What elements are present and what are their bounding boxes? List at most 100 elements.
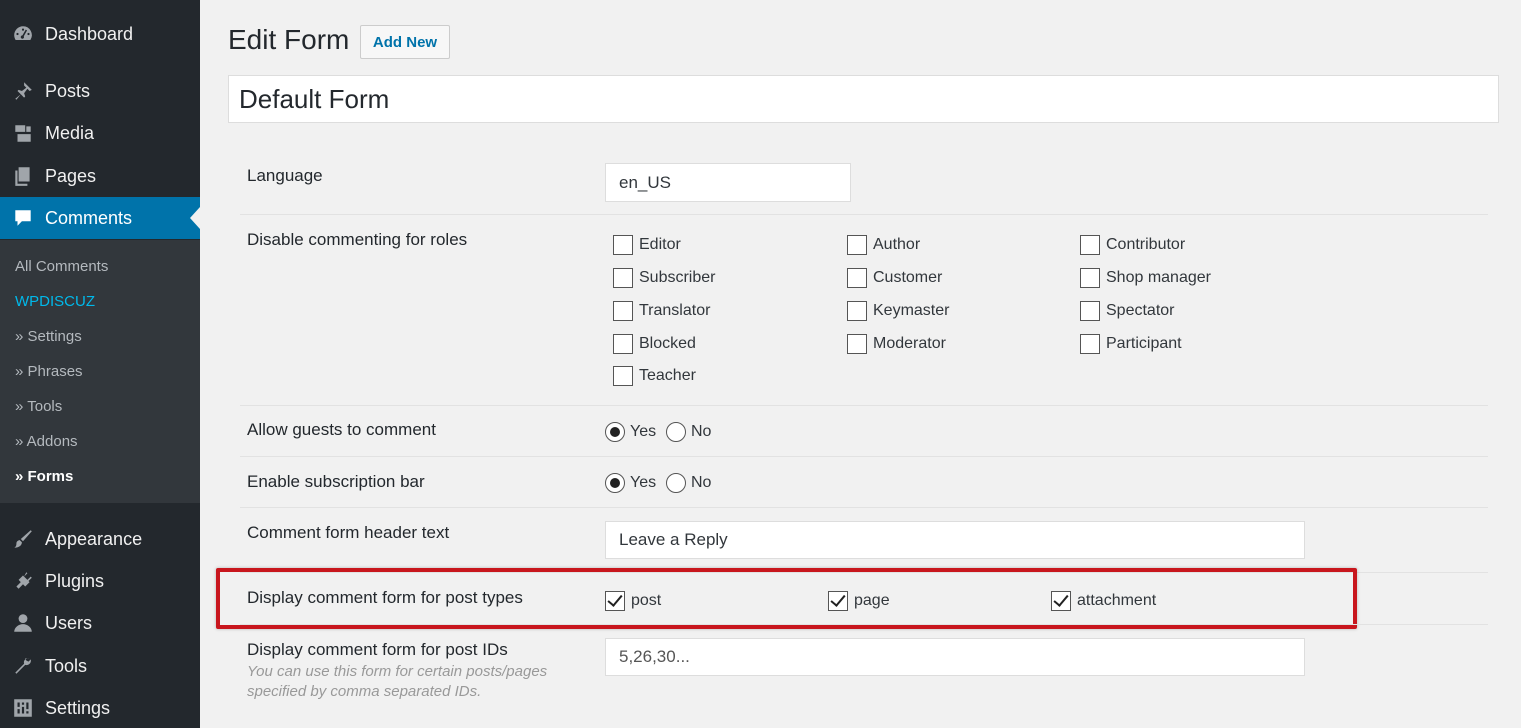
checkbox-label: Subscriber (639, 269, 716, 286)
header-text-input[interactable]: Leave a Reply (605, 521, 1305, 559)
menu-dashboard[interactable]: Dashboard (0, 13, 200, 55)
form-title-input[interactable]: Default Form (228, 75, 1499, 123)
allow-guests-yes-radio[interactable]: Yes (605, 422, 656, 442)
main-content: Edit Form Add New Default Form Language … (200, 0, 1521, 728)
language-input[interactable]: en_US (605, 163, 851, 202)
menu-appearance[interactable]: Appearance (0, 518, 200, 560)
subscription-no-radio[interactable]: No (666, 473, 711, 493)
menu-users[interactable]: Users (0, 602, 200, 644)
role-checkbox-spectator[interactable]: Spectator (1080, 301, 1174, 321)
disable-roles-label: Disable commenting for roles (247, 230, 468, 249)
menu-posts[interactable]: Posts (0, 70, 200, 112)
radio-button[interactable] (666, 422, 686, 442)
submenu-forms[interactable]: » Forms (15, 468, 73, 485)
plugin-icon (0, 570, 45, 592)
menu-media[interactable]: Media (0, 112, 200, 154)
allow-guests-label: Allow guests to comment (247, 420, 436, 439)
checkbox-label: Shop manager (1106, 269, 1211, 286)
divider (240, 405, 1488, 406)
menu-label: Posts (45, 80, 91, 101)
divider (240, 507, 1488, 508)
checkbox[interactable] (847, 334, 867, 354)
menu-label: Pages (45, 165, 97, 186)
checkbox-label: Participant (1106, 335, 1182, 352)
submenu-all-comments[interactable]: All Comments (15, 258, 108, 275)
checkbox[interactable] (847, 235, 867, 255)
allow-guests-no-radio[interactable]: No (666, 422, 711, 442)
dashboard-icon (0, 23, 45, 45)
radio-button[interactable] (666, 473, 686, 493)
checkbox-label: Spectator (1106, 302, 1175, 319)
radio-button[interactable] (605, 473, 625, 493)
radio-label: No (691, 423, 712, 440)
language-label: Language (247, 166, 323, 185)
radio-label: Yes (630, 423, 657, 440)
role-checkbox-editor[interactable]: Editor (613, 235, 681, 255)
brush-icon (0, 528, 45, 550)
radio-label: No (691, 474, 712, 491)
submenu-settings[interactable]: » Settings (15, 328, 82, 345)
menu-label: Dashboard (45, 23, 134, 44)
checkbox[interactable] (1080, 334, 1100, 354)
submenu-wpdiscuz[interactable]: WPDISCUZ (15, 293, 95, 310)
role-checkbox-subscriber[interactable]: Subscriber (613, 268, 715, 288)
checkbox[interactable] (613, 334, 633, 354)
menu-label: Tools (45, 655, 88, 676)
role-checkbox-contributor[interactable]: Contributor (1080, 235, 1185, 255)
add-new-button[interactable]: Add New (360, 25, 450, 59)
checkbox[interactable] (613, 268, 633, 288)
role-checkbox-moderator[interactable]: Moderator (847, 334, 946, 354)
checkbox[interactable] (1080, 301, 1100, 321)
role-checkbox-shop-manager[interactable]: Shop manager (1080, 268, 1211, 288)
menu-tools[interactable]: Tools (0, 645, 200, 687)
menu-plugins[interactable]: Plugins (0, 560, 200, 602)
post-ids-label: Display comment form for post IDs (247, 640, 508, 659)
checkbox[interactable] (847, 301, 867, 321)
checkbox[interactable] (847, 268, 867, 288)
settings-icon (0, 697, 45, 719)
checkbox[interactable] (1080, 235, 1100, 255)
checkbox-label: Keymaster (873, 302, 950, 319)
menu-pages[interactable]: Pages (0, 155, 200, 197)
checkbox[interactable] (613, 366, 633, 386)
subscription-yes-radio[interactable]: Yes (605, 473, 656, 493)
role-checkbox-customer[interactable]: Customer (847, 268, 942, 288)
media-icon (0, 122, 45, 144)
checkbox-label: Contributor (1106, 236, 1186, 253)
role-checkbox-translator[interactable]: Translator (613, 301, 710, 321)
highlight-annotation (216, 568, 1357, 629)
submenu-phrases[interactable]: » Phrases (15, 363, 83, 380)
header-text-label: Comment form header text (247, 523, 450, 542)
menu-label: Plugins (45, 570, 105, 591)
checkbox-label: Teacher (639, 367, 696, 384)
comment-icon (0, 207, 45, 229)
menu-label: Users (45, 612, 93, 633)
checkbox[interactable] (613, 235, 633, 255)
submenu-addons[interactable]: » Addons (15, 433, 78, 450)
menu-label: Appearance (45, 528, 143, 549)
divider (240, 456, 1488, 457)
role-checkbox-teacher[interactable]: Teacher (613, 366, 696, 386)
active-indicator (190, 207, 200, 229)
submenu-tools[interactable]: » Tools (15, 398, 62, 415)
role-checkbox-keymaster[interactable]: Keymaster (847, 301, 949, 321)
page-title: Edit Form (228, 24, 350, 55)
role-checkbox-participant[interactable]: Participant (1080, 334, 1182, 354)
radio-button[interactable] (605, 422, 625, 442)
radio-label: Yes (630, 474, 657, 491)
comments-submenu: All Comments WPDISCUZ » Settings » Phras… (0, 240, 200, 503)
menu-comments[interactable]: Comments (0, 197, 200, 239)
checkbox-label: Translator (639, 302, 711, 319)
role-checkbox-blocked[interactable]: Blocked (613, 334, 696, 354)
divider (240, 624, 1488, 625)
checkbox-label: Author (873, 236, 921, 253)
post-ids-input[interactable]: 5,26,30... (605, 638, 1305, 676)
checkbox-label: Blocked (639, 335, 696, 352)
menu-label: Media (45, 122, 95, 143)
role-checkbox-author[interactable]: Author (847, 235, 920, 255)
post-ids-hint: You can use this form for certain posts/… (247, 663, 548, 700)
checkbox[interactable] (613, 301, 633, 321)
menu-settings[interactable]: Settings (0, 687, 200, 728)
checkbox[interactable] (1080, 268, 1100, 288)
subscription-bar-label: Enable subscription bar (247, 472, 425, 491)
